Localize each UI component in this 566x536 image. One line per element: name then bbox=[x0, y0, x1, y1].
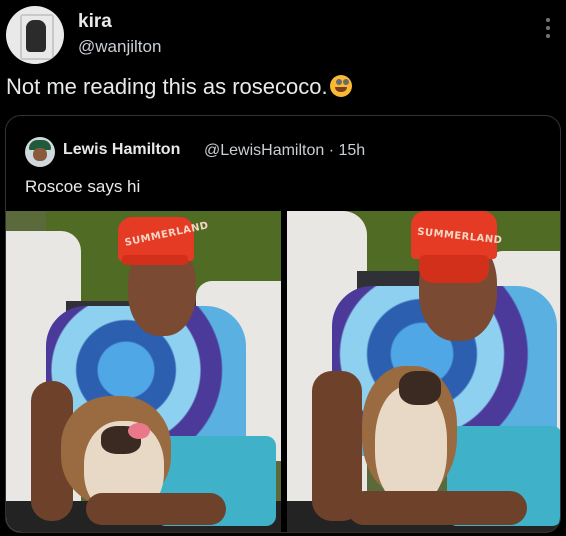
more-options-icon[interactable] bbox=[545, 18, 551, 42]
avatar-figure bbox=[26, 20, 46, 52]
quoted-tweet-text: Roscoe says hi bbox=[25, 177, 141, 196]
tweet-text: Not me reading this as rosecoco. bbox=[6, 74, 352, 100]
quoted-author-avatar[interactable] bbox=[25, 137, 55, 167]
author-name[interactable]: kira bbox=[78, 11, 112, 33]
tweet-header: kira @wanjilton bbox=[0, 0, 566, 68]
quoted-tweet[interactable]: Lewis Hamilton @LewisHamilton · 15h Rosc… bbox=[5, 115, 561, 533]
quoted-author-handle-time[interactable]: @LewisHamilton · 15h bbox=[204, 142, 365, 160]
sneezing-face-icon bbox=[329, 75, 352, 97]
photo-1[interactable]: SUMMERLAND bbox=[6, 211, 281, 532]
author-avatar[interactable] bbox=[6, 6, 64, 64]
quoted-author-name[interactable]: Lewis Hamilton bbox=[63, 141, 180, 159]
tweet-body: Not me reading this as rosecoco. bbox=[6, 74, 328, 99]
author-handle[interactable]: @wanjilton bbox=[78, 37, 161, 57]
photo-2[interactable]: SUMMERLAND bbox=[287, 211, 560, 532]
